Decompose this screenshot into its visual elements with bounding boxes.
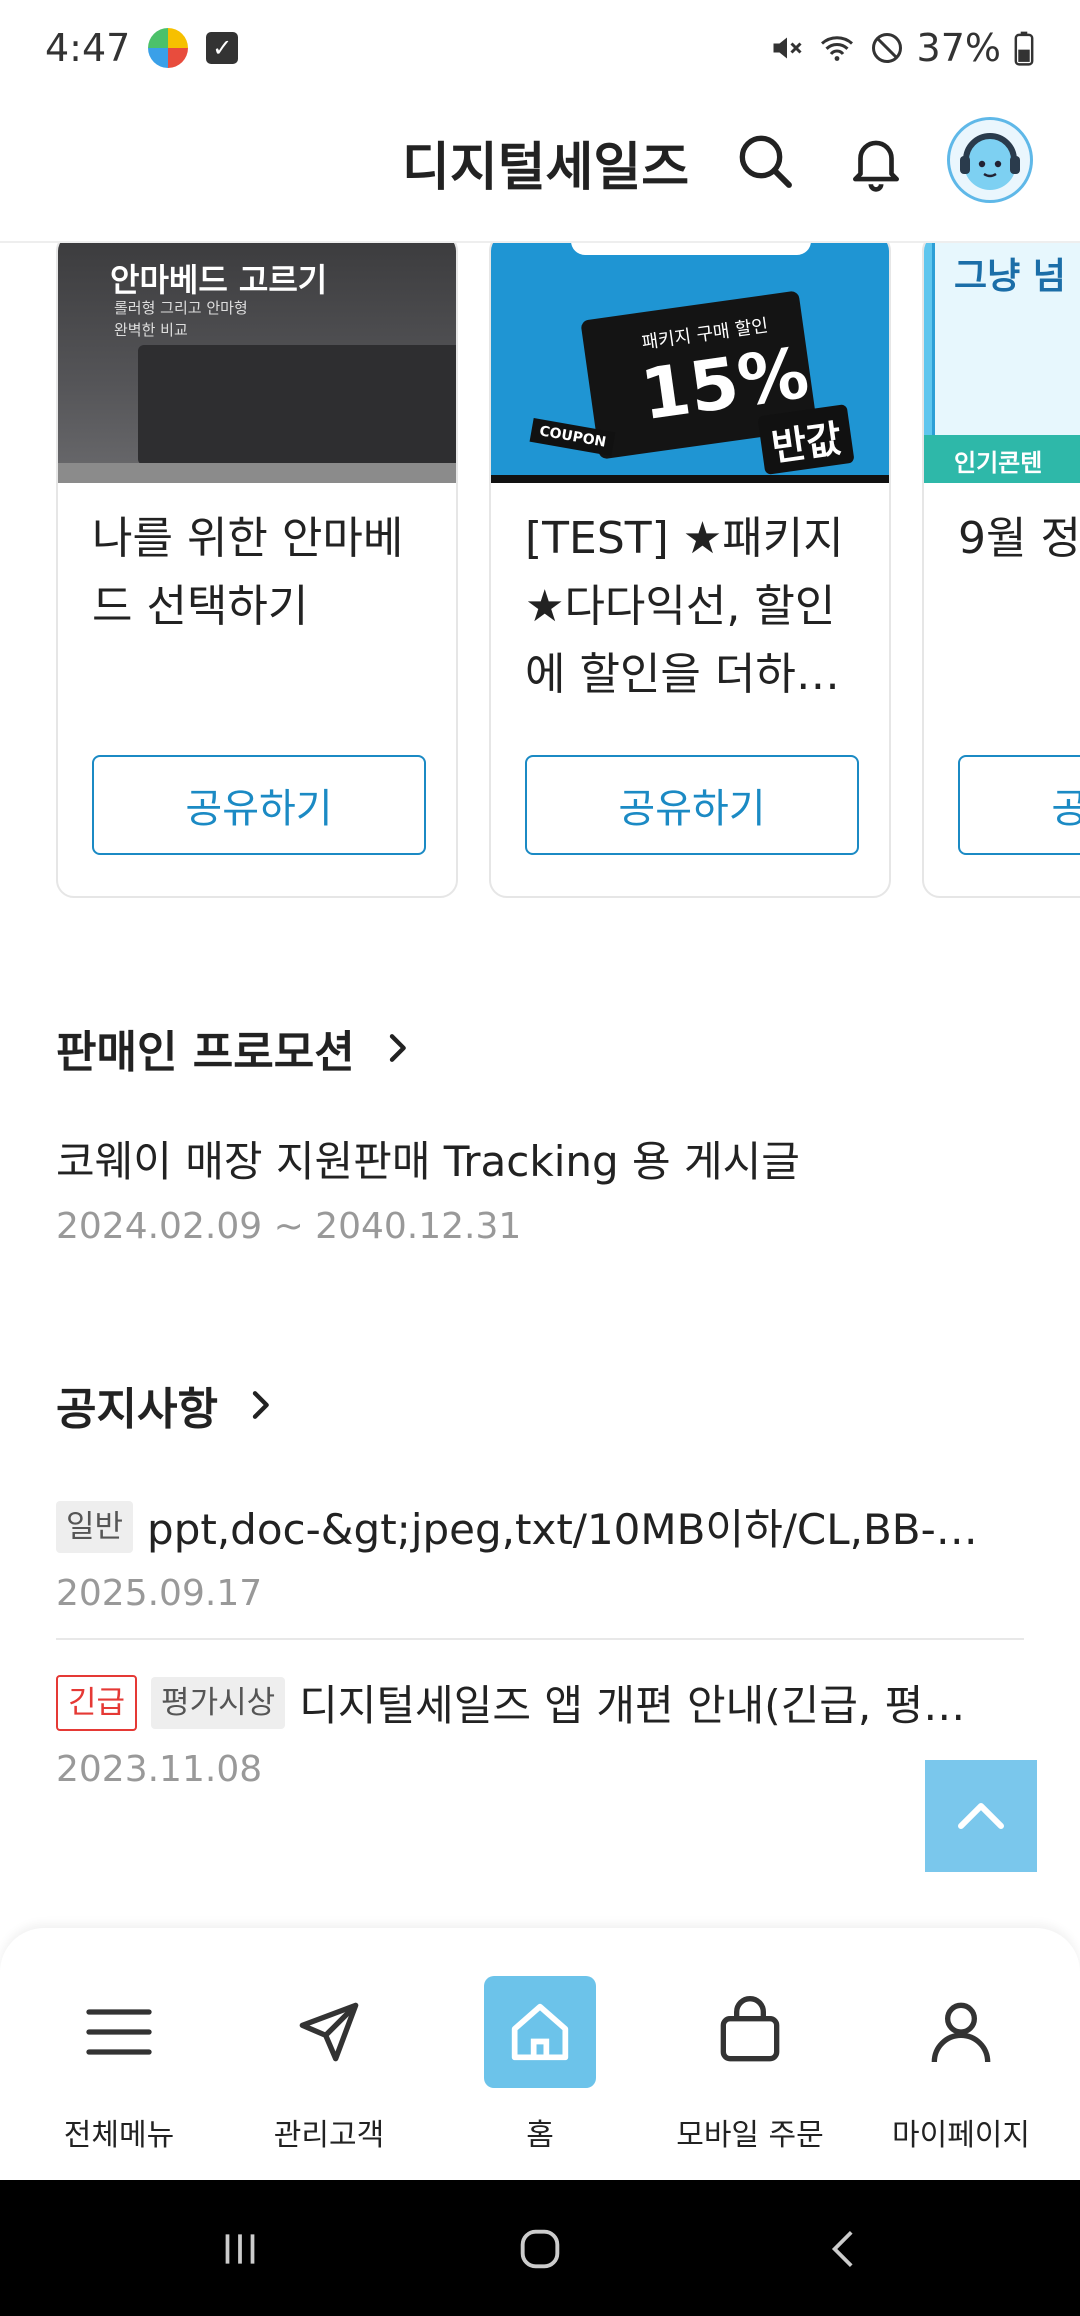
avatar-character-icon	[960, 133, 1020, 190]
notification-button[interactable]	[836, 121, 916, 201]
notice-item[interactable]: 일반 ppt,doc-&gt;jpeg,txt/10MB이하/CL,BB-… 2…	[56, 1496, 1024, 1614]
system-navigation-bar	[0, 2180, 1080, 2316]
do-not-disturb-icon	[871, 32, 902, 63]
content-card[interactable]: 안마베드 고르기 롤러형 그리고 안마형 완벽한 비교 나를 위한 안마베드 선…	[56, 243, 458, 898]
card-title: 9월 정수기 판매	[958, 513, 1080, 564]
divider	[56, 1638, 1024, 1640]
content-card[interactable]: 패키지 구매 할인 15% 반값 COUPON [TEST] ★패키지★다다익선…	[489, 243, 891, 898]
notice-item[interactable]: 긴급 평가시상 디지털세일즈 앱 개편 안내(긴급, 평… 2023.11.08	[56, 1672, 1024, 1790]
thumbnail-text: 그냥 넘	[954, 256, 1066, 297]
home-system-button[interactable]	[500, 2214, 580, 2284]
share-button[interactable]: 공유하기	[525, 755, 859, 855]
promotion-section-header[interactable]: 판매인 프로모션	[56, 1016, 417, 1080]
menu-icon	[86, 2009, 152, 2055]
page-title: 디지털세일즈	[402, 138, 690, 198]
home-icon	[511, 2003, 569, 2061]
nav-label: 전체메뉴	[63, 2118, 175, 2153]
section-title: 공지사항	[56, 1384, 218, 1435]
card-thumbnail: 그냥 넘 인기콘텐	[924, 243, 1080, 483]
nav-item-home[interactable]: 홈	[435, 1976, 645, 2156]
status-bar: 4:47 ✓ 37%	[0, 0, 1080, 95]
back-button[interactable]	[805, 2214, 885, 2284]
battery-percent: 37%	[916, 25, 1001, 70]
card-title: [TEST] ★패키지★다다익선, 할인에 할인을 더하…	[525, 513, 844, 700]
promotion-item-date: 2024.02.09 ~ 2040.12.31	[56, 1206, 522, 1247]
card-thumbnail: 안마베드 고르기 롤러형 그리고 안마형 완벽한 비교	[58, 243, 456, 483]
chevron-right-icon	[252, 1391, 269, 1419]
thumbnail-bar-text: 인기콘텐	[924, 435, 1080, 483]
nav-item-customers[interactable]: 관리고객	[224, 1976, 434, 2156]
content-carousel[interactable]: 안마베드 고르기 롤러형 그리고 안마형 완벽한 비교 나를 위한 안마베드 선…	[0, 243, 1080, 903]
category-badge: 평가시상	[151, 1676, 286, 1729]
nav-label: 모바일 주문	[676, 2118, 824, 2153]
person-icon	[931, 2002, 991, 2063]
category-badge: 일반	[56, 1500, 134, 1553]
status-time: 4:47	[45, 25, 131, 70]
card-thumbnail: 패키지 구매 할인 15% 반값 COUPON	[491, 243, 889, 483]
mute-icon	[773, 37, 802, 58]
nav-label: 관리고객	[273, 2118, 385, 2153]
thumbnail-half-price: 반값	[757, 404, 855, 475]
urgent-badge: 긴급	[56, 1674, 138, 1731]
recent-apps-icon	[225, 2234, 255, 2264]
notice-date: 2023.11.08	[56, 1749, 263, 1790]
bottom-navigation: 전체메뉴 관리고객 홈 모바일 주문 마이페이지	[0, 1928, 1080, 2180]
notice-title: 디지털세일즈 앱 개편 안내(긴급, 평…	[299, 1681, 966, 1730]
nav-label: 홈	[526, 2118, 554, 2153]
section-title: 판매인 프로모션	[56, 1027, 355, 1078]
battery-icon	[1014, 31, 1034, 66]
promotion-item-title[interactable]: 코웨이 매장 지원판매 Tracking 용 게시글	[56, 1128, 800, 1189]
paper-plane-icon	[299, 2002, 359, 2062]
wifi-icon	[820, 35, 853, 61]
home-circle-icon	[520, 2229, 560, 2269]
nav-item-all-menu[interactable]: 전체메뉴	[14, 1976, 224, 2156]
thumbnail-heading: 안마베드 고르기	[110, 261, 328, 299]
thumbnail-subtext: 롤러형 그리고 안마형 완벽한 비교	[114, 299, 248, 339]
massage-bed-image	[138, 345, 456, 465]
app-header: 디지털세일즈	[0, 95, 1080, 243]
content-card[interactable]: 그냥 넘 인기콘텐 9월 정수기 판매 공유하기	[922, 243, 1080, 898]
nav-item-my-page[interactable]: 마이페이지	[856, 1976, 1066, 2156]
shopping-bag-icon	[720, 1996, 780, 2062]
checkbox-notification-icon: ✓	[206, 31, 239, 64]
nav-item-mobile-order[interactable]: 모바일 주문	[645, 1976, 855, 2156]
notice-title: ppt,doc-&gt;jpeg,txt/10MB이하/CL,BB-…	[147, 1505, 978, 1554]
share-button[interactable]: 공유하기	[92, 755, 426, 855]
scroll-to-top-button[interactable]	[925, 1760, 1037, 1872]
chevron-right-icon	[389, 1034, 406, 1062]
notice-section-header[interactable]: 공지사항	[56, 1373, 280, 1437]
search-icon	[739, 135, 792, 188]
share-button[interactable]: 공유하기	[958, 755, 1080, 855]
profile-avatar[interactable]	[947, 117, 1033, 203]
bell-icon	[853, 140, 899, 192]
card-title: 나를 위한 안마베드 선택하기	[92, 513, 404, 632]
chevron-up-icon	[958, 1803, 1004, 1829]
nav-label: 마이페이지	[892, 2118, 1030, 2153]
app-notification-icon	[148, 27, 189, 68]
recent-apps-button[interactable]	[200, 2214, 280, 2284]
back-icon	[831, 2231, 853, 2267]
notice-date: 2025.09.17	[56, 1573, 263, 1614]
search-button[interactable]	[725, 121, 805, 201]
